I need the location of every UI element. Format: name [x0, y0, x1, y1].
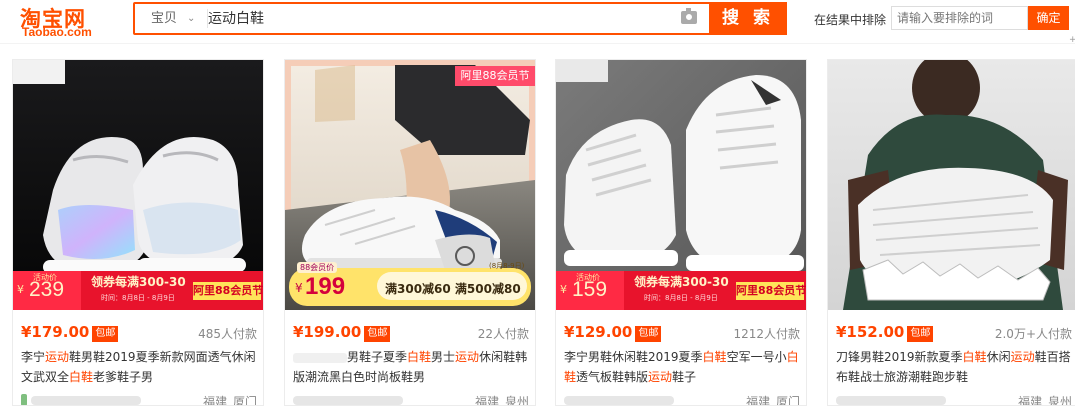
- event-corner-tag: 阿里88会员节: [455, 66, 535, 86]
- product-title[interactable]: 李宁男鞋休闲鞋2019夏季白鞋空军一号小白鞋透气板鞋韩版运动鞋子: [564, 347, 800, 387]
- product-photo: [828, 60, 1075, 310]
- product-card[interactable]: 活动价 ¥ 159 领券每满300-30 时间：8月8日 - 8月9日 阿里88…: [555, 59, 807, 406]
- location: 福建 泉州: [475, 395, 529, 406]
- product-title[interactable]: 李宁运动鞋男鞋2019夏季新款网面透气休闲文武双全白鞋老爹鞋子男: [21, 347, 257, 387]
- free-shipping-badge: 包邮: [92, 326, 119, 342]
- chevron-down-icon: ⌄: [187, 13, 196, 24]
- product-card[interactable]: ¥152.00 包邮 2.0万+人付款 刀锋男鞋2019新款夏季白鞋休闲运动鞋百搭…: [827, 59, 1075, 406]
- shop-icon: [21, 394, 27, 405]
- promo-event: 阿里88会员节: [736, 282, 806, 300]
- shop-name[interactable]: [293, 396, 403, 405]
- promo-dates: 时间：8月8日 - 8月9日: [644, 294, 718, 302]
- shop-row: 福建 厦门: [21, 391, 257, 406]
- category-label: 宝贝: [151, 11, 178, 26]
- location: 福建 泉州: [1018, 395, 1072, 406]
- exclude-input[interactable]: [891, 6, 1028, 30]
- shop-name[interactable]: [31, 396, 141, 405]
- product-image[interactable]: 活动价 ¥ 159 领券每满300-30 时间：8月8日 - 8月9日 阿里88…: [556, 60, 806, 310]
- free-shipping-badge: 包邮: [907, 326, 934, 342]
- search-bar: 宝贝 ⌄ 搜 索: [133, 2, 787, 35]
- sold-count: 22人付款: [477, 327, 529, 341]
- shop-name[interactable]: [836, 396, 946, 405]
- promo-coupon: 领券每满300-30: [91, 275, 186, 289]
- promo-banner: 88会员价 ¥ 199 满300减60 满500减80 (8月8-9日): [289, 262, 531, 306]
- promo-event: 阿里88会员节: [193, 282, 263, 300]
- promo-dates: (8月8-9日): [489, 262, 525, 270]
- sold-count: 485人付款: [198, 327, 257, 341]
- promo-banner: 活动价 ¥ 239 领券每满300-30 时间：8月8日 - 8月9日 阿里88…: [13, 271, 263, 310]
- search-button[interactable]: 搜 索: [709, 2, 787, 35]
- promo-coupon: 满300减60 满500减80: [385, 282, 521, 296]
- promo-price: 159: [572, 278, 608, 301]
- promo-dates: 时间：8月8日 - 8月9日: [101, 294, 175, 302]
- location: 福建 厦门: [203, 395, 257, 406]
- free-shipping-badge: 包邮: [364, 326, 391, 342]
- taobao-logo[interactable]: 淘宝网 Taobao.com: [18, 3, 118, 39]
- search-header: 淘宝网 Taobao.com 宝贝 ⌄ 搜 索 在结果中排除 确定 +: [0, 0, 1075, 45]
- sold-count: 1212人付款: [733, 327, 800, 341]
- product-title[interactable]: 刀锋男鞋2019新款夏季白鞋休闲运动鞋百搭布鞋战士旅游潮鞋跑步鞋: [836, 347, 1072, 387]
- sold-count: 2.0万+人付款: [994, 327, 1072, 341]
- price-row: ¥129.00 包邮 1212人付款: [564, 323, 800, 343]
- category-select[interactable]: 宝贝 ⌄: [135, 4, 207, 33]
- product-image[interactable]: 活动价 ¥ 239 领券每满300-30 时间：8月8日 - 8月9日 阿里88…: [13, 60, 263, 310]
- promo-price: 239: [29, 278, 65, 301]
- price-row: ¥179.00 包邮 485人付款: [21, 323, 257, 343]
- price-row: ¥199.00 包邮 22人付款: [293, 323, 529, 343]
- header-divider: [0, 43, 1075, 44]
- product-price: ¥129.00 包邮: [564, 323, 662, 342]
- promo-currency: ¥: [17, 283, 24, 296]
- exclude-label: 在结果中排除: [814, 13, 887, 27]
- promo-price-box: 活动价 ¥ 159: [556, 271, 624, 310]
- product-price: ¥199.00 包邮: [293, 323, 391, 342]
- promo-price: 199: [305, 273, 346, 300]
- promo-banner: 活动价 ¥ 159 领券每满300-30 时间：8月8日 - 8月9日 阿里88…: [556, 271, 806, 310]
- promo-coupon: 领券每满300-30: [634, 275, 729, 289]
- camera-icon[interactable]: [681, 8, 697, 24]
- expand-icon[interactable]: +: [1069, 35, 1075, 45]
- product-price: ¥152.00 包邮: [836, 323, 934, 342]
- exclude-confirm-button[interactable]: 确定: [1028, 6, 1069, 30]
- promo-price-box: 活动价 ¥ 239: [13, 271, 81, 310]
- shop-row: 福建 厦门: [564, 391, 800, 406]
- promo-tag: 88会员价: [297, 262, 338, 273]
- product-image[interactable]: [828, 60, 1075, 310]
- promo-currency: ¥: [560, 283, 567, 296]
- shop-name[interactable]: [564, 396, 674, 405]
- shop-row: 福建 泉州: [293, 391, 529, 406]
- product-title[interactable]: 男鞋子夏季白鞋男士运动休闲鞋韩版潮流黑白色时尚板鞋男: [293, 347, 529, 387]
- shop-row: 福建 泉州: [836, 391, 1072, 406]
- blurred-text: [293, 352, 347, 363]
- location: 福建 厦门: [746, 395, 800, 406]
- product-price: ¥179.00 包邮: [21, 323, 119, 342]
- price-row: ¥152.00 包邮 2.0万+人付款: [836, 323, 1072, 343]
- free-shipping-badge: 包邮: [635, 326, 662, 342]
- product-card[interactable]: 活动价 ¥ 239 领券每满300-30 时间：8月8日 - 8月9日 阿里88…: [12, 59, 264, 406]
- logo-text-en: Taobao.com: [22, 25, 92, 39]
- promo-currency: ¥: [295, 281, 303, 295]
- promo-coupon-box: 满300减60 满500减80: [377, 272, 527, 300]
- product-image[interactable]: 阿里88会员节 88会员价 ¥ 199 满300减60 满500减80 (8月8…: [285, 60, 535, 310]
- product-card[interactable]: 阿里88会员节 88会员价 ¥ 199 满300减60 满500减80 (8月8…: [284, 59, 536, 406]
- search-input[interactable]: [208, 4, 670, 35]
